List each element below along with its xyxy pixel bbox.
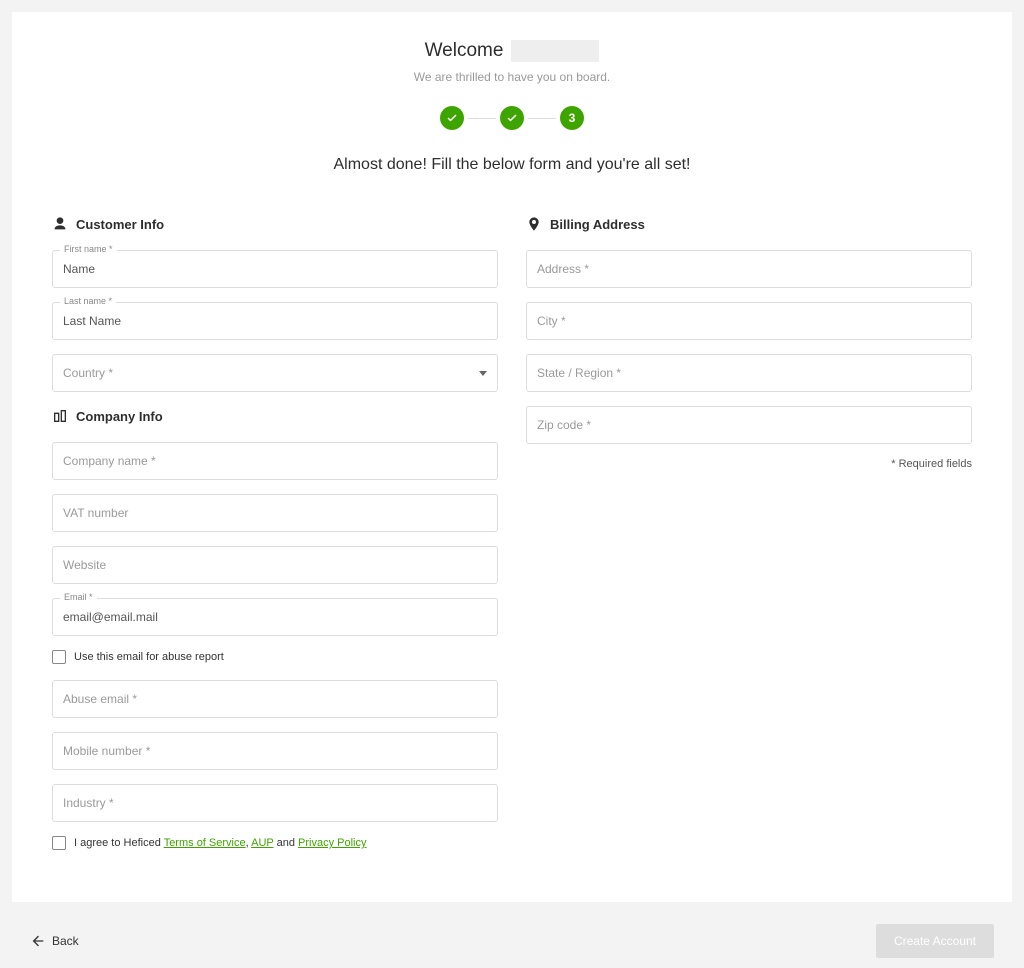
website-field[interactable] — [52, 546, 498, 584]
mobile-field[interactable] — [52, 732, 498, 770]
section-label: Customer Info — [76, 217, 164, 232]
step-connector — [468, 118, 496, 119]
address-field[interactable] — [526, 250, 972, 288]
welcome-subline: We are thrilled to have you on board. — [52, 70, 972, 84]
customer-info-heading: Customer Info — [52, 216, 498, 232]
state-input[interactable] — [526, 354, 972, 392]
stepper: 3 — [52, 106, 972, 130]
check-icon — [446, 112, 458, 124]
company-name-field[interactable] — [52, 442, 498, 480]
email-input[interactable] — [52, 598, 498, 636]
building-icon — [52, 408, 68, 424]
onboarding-card: Welcome We are thrilled to have you on b… — [12, 12, 1012, 902]
back-label: Back — [52, 934, 79, 948]
header: Welcome We are thrilled to have you on b… — [52, 40, 972, 174]
check-icon — [506, 112, 518, 124]
privacy-link[interactable]: Privacy Policy — [298, 837, 366, 849]
email-label: Email * — [60, 592, 97, 602]
location-icon — [526, 216, 542, 232]
left-column: Customer Info First name * Last name * C… — [52, 200, 498, 866]
section-label: Billing Address — [550, 217, 645, 232]
required-fields-note: * Required fields — [526, 458, 972, 470]
abuse-email-input[interactable] — [52, 680, 498, 718]
step-1-done — [440, 106, 464, 130]
industry-field[interactable] — [52, 784, 498, 822]
industry-input[interactable] — [52, 784, 498, 822]
vat-input[interactable] — [52, 494, 498, 532]
step-3-current: 3 — [560, 106, 584, 130]
step-2-done — [500, 106, 524, 130]
country-select[interactable]: Country * — [52, 354, 498, 392]
country-placeholder: Country * — [63, 366, 113, 380]
first-name-label: First name * — [60, 244, 117, 254]
first-name-field[interactable]: First name * — [52, 250, 498, 288]
aup-link[interactable]: AUP — [251, 837, 273, 849]
agree-text: I agree to Heficed Terms of Service, AUP… — [74, 837, 366, 849]
arrow-left-icon — [30, 933, 46, 949]
zip-input[interactable] — [526, 406, 972, 444]
step-connector — [528, 118, 556, 119]
back-button[interactable]: Back — [30, 933, 79, 949]
last-name-label: Last name * — [60, 296, 116, 306]
welcome-text: Welcome — [425, 40, 504, 62]
almost-done-heading: Almost done! Fill the below form and you… — [52, 156, 972, 174]
section-label: Company Info — [76, 409, 163, 424]
right-column: Billing Address * Required fields — [526, 200, 972, 866]
last-name-field[interactable]: Last name * — [52, 302, 498, 340]
checkbox-icon[interactable] — [52, 650, 66, 664]
vat-field[interactable] — [52, 494, 498, 532]
chevron-down-icon — [479, 371, 487, 376]
create-account-button[interactable]: Create Account — [876, 924, 994, 958]
welcome-row: Welcome — [425, 40, 600, 62]
form-columns: Customer Info First name * Last name * C… — [52, 200, 972, 866]
website-input[interactable] — [52, 546, 498, 584]
user-icon — [52, 216, 68, 232]
abuse-checkbox-label: Use this email for abuse report — [74, 651, 224, 663]
city-input[interactable] — [526, 302, 972, 340]
abuse-email-checkbox-row[interactable]: Use this email for abuse report — [52, 650, 498, 664]
country-field[interactable]: Country * — [52, 354, 498, 392]
billing-address-heading: Billing Address — [526, 216, 972, 232]
email-field[interactable]: Email * — [52, 598, 498, 636]
footer: Back Create Account — [12, 914, 1012, 968]
company-info-heading: Company Info — [52, 408, 498, 424]
city-field[interactable] — [526, 302, 972, 340]
zip-field[interactable] — [526, 406, 972, 444]
username-placeholder — [511, 40, 599, 62]
address-input[interactable] — [526, 250, 972, 288]
state-field[interactable] — [526, 354, 972, 392]
checkbox-icon[interactable] — [52, 836, 66, 850]
last-name-input[interactable] — [52, 302, 498, 340]
agree-checkbox-row[interactable]: I agree to Heficed Terms of Service, AUP… — [52, 836, 498, 850]
first-name-input[interactable] — [52, 250, 498, 288]
abuse-email-field[interactable] — [52, 680, 498, 718]
mobile-input[interactable] — [52, 732, 498, 770]
company-name-input[interactable] — [52, 442, 498, 480]
tos-link[interactable]: Terms of Service — [164, 837, 246, 849]
